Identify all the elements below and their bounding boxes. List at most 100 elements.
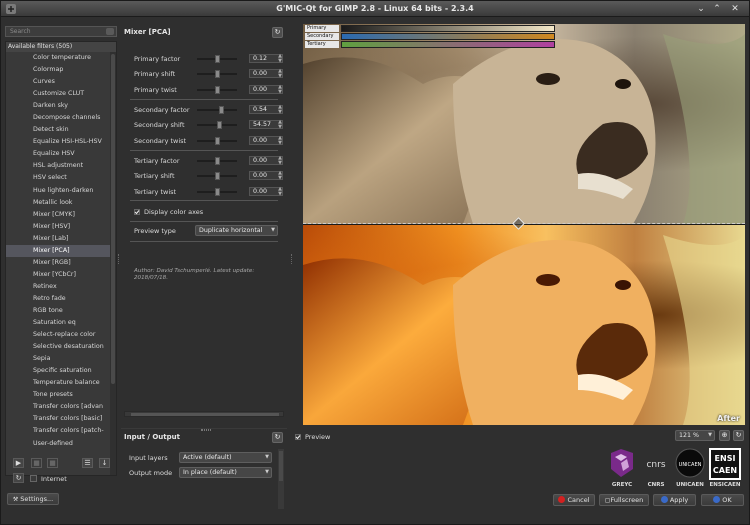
settings-button[interactable]: ⚒ Settings... [7, 493, 59, 505]
filter-item[interactable]: Darken sky [6, 100, 116, 112]
filter-item[interactable]: Colormap [6, 64, 116, 76]
slider-handle[interactable] [219, 106, 224, 114]
filter-item[interactable]: Equalize HSV [6, 148, 116, 160]
spinbox-arrows-icon[interactable]: ▲ ▼ [277, 136, 283, 146]
remove-fave-icon[interactable]: ■ [31, 458, 42, 468]
io-scrollbar[interactable] [278, 449, 284, 509]
preview-checkbox[interactable] [295, 434, 301, 440]
spinbox-arrows-icon[interactable]: ▲ ▼ [277, 69, 283, 79]
filter-item[interactable]: Tone presets [6, 389, 116, 401]
expand-collapse-icon[interactable]: ☰ [82, 458, 93, 468]
preview-area[interactable]: After Primary Secondary Tertiary [303, 24, 745, 425]
search-input[interactable]: Search [5, 26, 117, 37]
slider-handle[interactable] [215, 55, 220, 63]
filter-item[interactable]: Curves [6, 76, 116, 88]
filter-item[interactable]: User-defined [6, 438, 116, 450]
spinbox-arrows-icon[interactable]: ▲ ▼ [277, 156, 283, 166]
lion-filtered-image [303, 235, 745, 425]
display-axes-checkbox[interactable] [134, 209, 140, 215]
filter-item[interactable]: Sepia [6, 353, 116, 365]
slider-handle[interactable] [215, 86, 220, 94]
filter-item[interactable]: Color temperature [6, 52, 116, 64]
slider-handle[interactable] [217, 121, 222, 129]
filter-item[interactable]: Temperature balance [6, 377, 116, 389]
filter-tree[interactable]: Available filters (505) Color temperatur… [5, 41, 117, 476]
splitter-left[interactable] [118, 254, 120, 264]
filter-item[interactable]: Mixer [YCbCr] [6, 269, 116, 281]
ok-button[interactable]: OK [701, 494, 744, 506]
spinbox-arrows-icon[interactable]: ▲ ▼ [277, 187, 283, 197]
unicaen-logo: UNICAEN [675, 448, 705, 478]
add-fave-icon[interactable]: ▶ [13, 458, 24, 468]
cancel-button[interactable]: Cancel [553, 494, 595, 506]
filter-item[interactable]: Retro fade [6, 293, 116, 305]
params-hscrollbar[interactable] [124, 411, 284, 417]
filter-item[interactable]: Specific saturation [6, 365, 116, 377]
filter-category[interactable]: Available filters (505) [6, 42, 116, 52]
scrollbar-thumb[interactable] [111, 54, 115, 384]
filter-item[interactable]: HSV select [6, 172, 116, 184]
slider-handle[interactable] [215, 172, 220, 180]
slider-handle[interactable] [215, 137, 220, 145]
filter-item[interactable]: Select-replace color [6, 329, 116, 341]
filter-item[interactable]: Detect skin [6, 124, 116, 136]
filter-item[interactable]: Mixer [RGB] [6, 257, 116, 269]
filter-item[interactable]: Hue lighten-darken [6, 185, 116, 197]
clear-search-icon[interactable] [106, 28, 114, 35]
filter-item[interactable]: Saturation eq [6, 317, 116, 329]
refresh-preview-icon[interactable]: ↻ [733, 430, 744, 441]
internet-checkbox[interactable] [30, 475, 37, 482]
preview-toggle[interactable]: Preview [295, 433, 355, 443]
minimize-icon[interactable]: ⌄ [695, 3, 707, 15]
color-axis: Tertiary [305, 41, 555, 48]
spinbox-arrows-icon[interactable]: ▲ ▼ [277, 54, 283, 64]
fullscreen-button[interactable]: ▢Fullscreen [599, 494, 649, 506]
reset-io-icon[interactable]: ↻ [272, 432, 283, 443]
scrollbar-thumb[interactable] [131, 413, 279, 416]
param-label: Tertiary twist [134, 188, 177, 196]
param-row: Secondary factor 0.54 ▲ ▼ [134, 105, 283, 115]
rename-fave-icon[interactable]: ■ [47, 458, 58, 468]
slider-handle[interactable] [215, 188, 220, 196]
filter-item[interactable]: Retinex [6, 281, 116, 293]
title-bar[interactable]: G'MIC-Qt for GIMP 2.8 - Linux 64 bits - … [1, 1, 749, 17]
filter-list-scrollbar[interactable] [110, 52, 116, 475]
filter-item[interactable]: Mixer [CMYK] [6, 209, 116, 221]
preview-type-select[interactable]: Duplicate horizontal ▼ [195, 225, 278, 236]
filter-item[interactable]: Mixer [HSV] [6, 221, 116, 233]
spinbox-arrows-icon[interactable]: ▲ ▼ [277, 171, 283, 181]
spinbox-arrows-icon[interactable]: ▲ ▼ [277, 120, 283, 130]
filter-item[interactable]: Equalize HSI-HSL-HSV [6, 136, 116, 148]
scrollbar-thumb[interactable] [279, 451, 283, 481]
param-slider[interactable] [197, 109, 237, 111]
slider-handle[interactable] [215, 157, 220, 165]
filter-item[interactable]: HSL adjustment [6, 160, 116, 172]
zoom-select[interactable]: 121 % ▼ [675, 430, 715, 441]
filter-item[interactable]: Transfer colors [patch- [6, 425, 116, 437]
filter-item[interactable]: Transfer colors [basic] [6, 413, 116, 425]
filter-item[interactable]: Customize CLUT [6, 88, 116, 100]
apply-button[interactable]: Apply [653, 494, 696, 506]
spinbox-arrows-icon[interactable]: ▲ ▼ [277, 85, 283, 95]
filter-item[interactable]: Mixer [PCA] [6, 244, 116, 257]
zoom-value: 121 % [679, 432, 700, 439]
display-axes-label: Display color axes [144, 208, 204, 216]
download-icon[interactable]: ↓ [99, 458, 110, 468]
output-mode-select[interactable]: In place (default) ▼ [179, 467, 272, 478]
filter-item[interactable]: Mixer [Lab] [6, 233, 116, 245]
refresh-filters-icon[interactable]: ↻ [13, 473, 24, 483]
close-icon[interactable]: ✕ [729, 3, 741, 15]
maximize-icon[interactable]: ⌃ [711, 3, 723, 15]
filter-item[interactable]: Transfer colors [advan [6, 401, 116, 413]
filter-item[interactable]: Decompose channels [6, 112, 116, 124]
reset-params-icon[interactable]: ↻ [272, 27, 283, 38]
splitter-right[interactable] [291, 254, 293, 264]
spinbox-arrows-icon[interactable]: ▲ ▼ [277, 105, 283, 115]
slider-handle[interactable] [215, 70, 220, 78]
filter-item[interactable]: RGB tone [6, 305, 116, 317]
filter-item[interactable]: Selective desaturation [6, 341, 116, 353]
param-label: Secondary twist [134, 137, 187, 145]
input-layers-select[interactable]: Active (default) ▼ [179, 452, 272, 463]
zoom-in-icon[interactable]: ⊕ [719, 430, 730, 441]
filter-item[interactable]: Metallic look [6, 197, 116, 209]
